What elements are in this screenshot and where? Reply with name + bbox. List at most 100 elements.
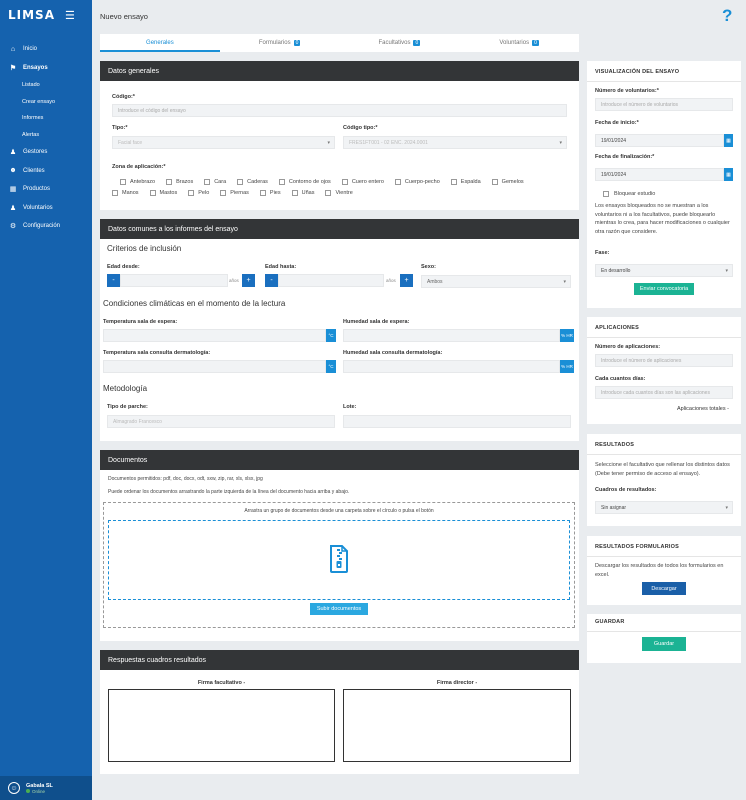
edad-hasta-plus-button[interactable]: + [400, 274, 413, 287]
checkbox-mastos[interactable]: Mastos [149, 190, 177, 196]
checkbox-box[interactable] [120, 179, 126, 185]
cada-dias-input[interactable]: Introduce cada cuantos días son las apli… [595, 386, 733, 399]
bloquear-checkbox[interactable]: Bloquear estudio [603, 191, 655, 197]
condiciones-title: Condiciones climáticas en el momento de … [103, 299, 286, 308]
checkbox-brazos[interactable]: Brazos [166, 179, 193, 185]
checkbox-box[interactable] [450, 179, 457, 185]
subir-documentos-button[interactable]: Subir documentos [310, 603, 368, 615]
fase-select[interactable]: En desarrollo [595, 264, 733, 277]
checkbox-gemelos[interactable]: Gemelos [491, 179, 524, 185]
sidebar-item-clientes[interactable]: ☻ Clientes [0, 162, 92, 181]
sidebar-subitem-alertas[interactable]: Alertas [0, 127, 92, 144]
sidebar-item-label: Inicio [23, 46, 38, 53]
descargar-button[interactable]: Descargar [642, 582, 686, 595]
visualizacion-panel: VISUALIZACIÓN DEL ENSAYO Número de volun… [587, 61, 741, 308]
checkbox-box[interactable] [112, 190, 118, 196]
checkbox-manos[interactable]: Manos [112, 190, 139, 196]
guardar-button[interactable]: Guardar [642, 637, 686, 651]
edad-hasta-input[interactable] [278, 274, 384, 287]
edad-desde-minus-button[interactable]: - [107, 274, 120, 287]
checkbox-espalda[interactable]: Espalda [450, 179, 481, 185]
codigo-tipo-select[interactable]: FRES1FT001 - 02 ENC. 2024.0001 [343, 136, 567, 149]
sidebar-item-label: Ensayos [23, 64, 48, 71]
tab-voluntarios[interactable]: Voluntarios 0 [459, 34, 579, 52]
checkbox-unas[interactable]: Uñas [291, 190, 314, 196]
sidebar-item-inicio[interactable]: ⌂ Inicio [0, 40, 92, 59]
checkbox-box[interactable] [291, 190, 298, 196]
firma-facultativo-box[interactable] [108, 689, 335, 762]
temp-consulta-input[interactable] [103, 360, 326, 373]
checkbox-box[interactable] [237, 179, 244, 185]
checkbox-box[interactable] [325, 190, 332, 196]
home-icon: ⌂ [10, 45, 16, 53]
checkbox-antebrazo[interactable]: Antebrazo [120, 179, 155, 185]
sidebar-item-ensayos[interactable]: ⚑ Ensayos [0, 59, 92, 78]
num-aplicaciones-input[interactable]: Introduce el número de aplicaciones [595, 354, 733, 367]
users-icon: ♟ [9, 149, 17, 157]
fecha-fin-input[interactable]: 19/01/2024 [595, 168, 724, 181]
cuadros-select[interactable]: Sin asignar [595, 501, 733, 514]
firma-director-box[interactable] [343, 689, 571, 762]
checkbox-cuerpo-pecho[interactable]: Cuerpo-pecho [394, 179, 440, 185]
temp-espera-input[interactable] [103, 329, 326, 342]
cada-dias-label: Cada cuantos días: [595, 376, 646, 382]
parche-input[interactable]: Almagrado Francesco [107, 415, 335, 428]
edad-hasta-minus-button[interactable]: - [265, 274, 278, 287]
checkbox-label: Vientre [335, 190, 353, 196]
calendar-icon[interactable]: ▦ [724, 168, 733, 181]
sidebar: LIMSA ☰ ⌂ Inicio ⚑ Ensayos Listado Crear e… [0, 0, 92, 800]
checkbox-cuero-entero[interactable]: Cuero entero [341, 179, 384, 185]
edad-desde-plus-button[interactable]: + [242, 274, 255, 287]
checkbox-box[interactable] [149, 190, 156, 196]
checkbox-caderas[interactable]: Caderas [237, 179, 268, 185]
checkbox-vientre[interactable]: Vientre [325, 190, 353, 196]
help-icon[interactable]: ? [722, 6, 732, 26]
sidebar-item-gestores[interactable]: ♟ Gestores [0, 143, 92, 162]
tipo-select[interactable]: Facial face [112, 136, 335, 149]
checkbox-box[interactable] [341, 179, 348, 185]
checkbox-cara[interactable]: Cara [204, 179, 226, 185]
checkbox-box[interactable] [491, 179, 498, 185]
temp-espera-label: Temperatura sala de espera: [103, 319, 178, 325]
hamburger-menu-icon[interactable]: ☰ [65, 9, 75, 22]
lote-input[interactable] [343, 415, 571, 428]
checkbox-box[interactable] [259, 190, 266, 196]
hum-espera-input[interactable] [343, 329, 560, 342]
checkbox-box[interactable] [220, 190, 227, 196]
online-dot-icon [26, 788, 30, 793]
enviar-convocatoria-button[interactable]: Enviar convocatoria [634, 283, 694, 295]
checkbox-pelo[interactable]: Pelo [188, 190, 209, 196]
checkbox-box[interactable] [188, 190, 195, 196]
codigo-input[interactable]: Introduce el código del ensayo [112, 104, 567, 117]
checkbox-box[interactable] [166, 179, 173, 185]
dropzone-instructions: Arrastra un grupo de documentos desde un… [244, 508, 434, 514]
checkbox-box[interactable] [204, 179, 211, 185]
edad-desde-input[interactable] [120, 274, 228, 287]
sidebar-item-configuracion[interactable]: ⚙ Configuración [0, 217, 92, 236]
checkbox-pies[interactable]: Pies [259, 190, 281, 196]
checkbox-box[interactable] [394, 179, 401, 185]
checkbox-label: Pelo [198, 190, 210, 196]
sidebar-item-voluntarios[interactable]: ♟ Voluntarios [0, 199, 92, 218]
flag-icon: ⚑ [9, 64, 17, 72]
tab-formularios[interactable]: Formularios 0 [220, 34, 340, 52]
sidebar-subitem-informes[interactable]: Informes [0, 110, 92, 127]
sexo-select[interactable]: Ambos [421, 275, 571, 288]
tab-facultativos[interactable]: Facultativos 0 [340, 34, 460, 52]
sidebar-user[interactable]: ☺ Gabala SL Online [0, 776, 92, 800]
num-voluntarios-input[interactable]: Introduce el número de voluntarios [595, 98, 733, 111]
calendar-icon[interactable]: ▦ [724, 134, 733, 147]
tab-generales[interactable]: Generales [100, 34, 220, 52]
checkbox-box[interactable] [278, 179, 285, 185]
criterios-title: Criterios de inclusión [107, 244, 182, 253]
documentos-ordenar: Puede ordenar los documentos arrastrando… [108, 489, 350, 495]
sidebar-subitem-crear-ensayo[interactable]: Crear ensayo [0, 94, 92, 111]
checkbox-box[interactable] [603, 191, 609, 197]
sidebar-subitem-listado[interactable]: Listado [0, 77, 92, 94]
checkbox-piernas[interactable]: Piernas [220, 190, 249, 196]
sidebar-item-productos[interactable]: ▦ Productos [0, 180, 92, 199]
hum-consulta-input[interactable] [343, 360, 560, 373]
checkbox-contorno-ojos[interactable]: Contorno de ojos [278, 179, 331, 185]
hum-espera-label: Humedad sala de espera: [343, 319, 410, 325]
fecha-inicio-input[interactable]: 19/01/2024 [595, 134, 724, 147]
